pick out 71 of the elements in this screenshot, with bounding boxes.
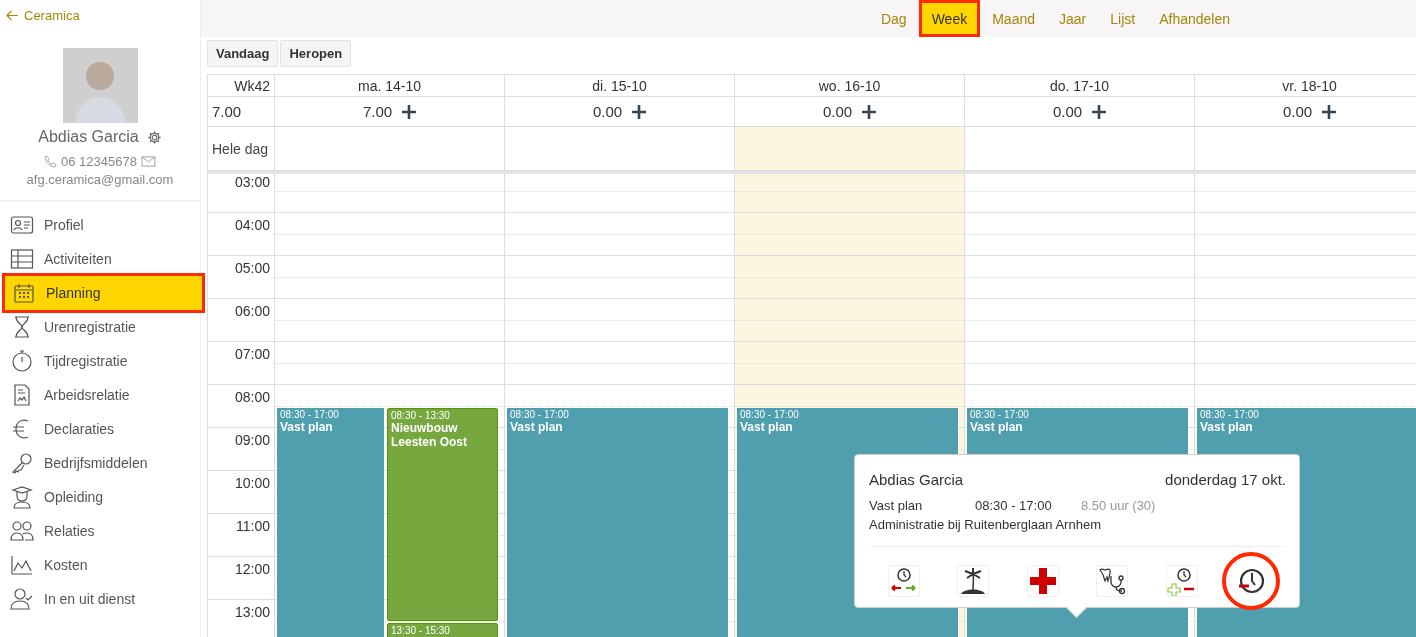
day-total: 0.00 bbox=[1052, 103, 1083, 120]
id-card-icon bbox=[10, 213, 34, 237]
sidebar-item[interactable]: Relaties bbox=[0, 514, 200, 548]
day-total: 0.00 bbox=[592, 103, 623, 120]
popover-type: Vast plan bbox=[869, 498, 924, 513]
chart-icon bbox=[10, 553, 34, 577]
sidebar-item[interactable]: Kosten bbox=[0, 548, 200, 582]
sidebar-item[interactable]: Tijdregistratie bbox=[0, 344, 200, 378]
popover-hours: 8.50 uur (30) bbox=[1081, 498, 1156, 513]
sidebar-item[interactable]: Activiteiten bbox=[0, 242, 200, 276]
people-icon bbox=[10, 519, 34, 543]
sidebar-item[interactable]: In en uit dienst bbox=[0, 582, 200, 616]
calendar-icon bbox=[12, 281, 36, 305]
hour-label: 13:00 bbox=[234, 604, 270, 620]
all-day-cell[interactable] bbox=[275, 127, 505, 171]
sidebar-item[interactable]: Profiel bbox=[0, 208, 200, 242]
sidebar-item[interactable]: Bedrijfsmiddelen bbox=[0, 446, 200, 480]
medical-cross-icon[interactable] bbox=[1026, 565, 1059, 597]
back-link[interactable]: Ceramica bbox=[0, 0, 200, 24]
stopwatch-icon bbox=[10, 349, 34, 373]
sidebar-item[interactable]: Planning bbox=[2, 273, 205, 313]
palm-island-icon[interactable] bbox=[957, 565, 990, 597]
add-icon[interactable] bbox=[1322, 104, 1337, 119]
popover-time: 08:30 - 17:00 bbox=[975, 498, 1053, 513]
table-icon bbox=[10, 247, 34, 271]
add-icon[interactable] bbox=[402, 104, 417, 119]
user-name: Abdias Garcia bbox=[38, 128, 139, 146]
add-icon[interactable] bbox=[632, 104, 647, 119]
add-icon[interactable] bbox=[1092, 104, 1107, 119]
settings-icon[interactable] bbox=[146, 129, 162, 145]
view-tab[interactable]: Week bbox=[918, 0, 981, 37]
day-total: 0.00 bbox=[822, 103, 853, 120]
hour-label: 04:00 bbox=[234, 217, 270, 233]
week-total: 7.00 bbox=[208, 97, 275, 127]
day-header: vr. 18-10 bbox=[1195, 75, 1416, 97]
all-day-label: Hele dag bbox=[208, 127, 275, 171]
sidebar-item[interactable]: Opleiding bbox=[0, 480, 200, 514]
all-day-cell[interactable] bbox=[735, 127, 965, 171]
email-address: afg.ceramica@gmail.com bbox=[26, 172, 174, 187]
clock-minus-icon[interactable] bbox=[1222, 552, 1281, 610]
toolbar-button[interactable]: Vandaag bbox=[207, 40, 279, 67]
week-number: Wk42 bbox=[208, 75, 275, 97]
hour-label: 07:00 bbox=[234, 346, 270, 362]
hour-label: 08:00 bbox=[234, 389, 270, 405]
day-header: di. 15-10 bbox=[505, 75, 735, 97]
back-arrow-icon bbox=[6, 9, 19, 21]
graduate-icon bbox=[10, 485, 34, 509]
hour-label: 03:00 bbox=[234, 174, 270, 190]
tooth-stethoscope-icon[interactable] bbox=[1096, 565, 1129, 597]
hour-label: 09:00 bbox=[234, 432, 270, 448]
toolbar-button[interactable]: Heropen bbox=[280, 40, 352, 67]
sidebar-item[interactable]: Arbeidsrelatie bbox=[0, 378, 200, 412]
add-icon[interactable] bbox=[862, 104, 877, 119]
clock-plus-minus-icon[interactable] bbox=[1165, 565, 1198, 597]
day-total: 7.00 bbox=[362, 103, 393, 120]
key-icon bbox=[10, 451, 34, 475]
day-header: ma. 14-10 bbox=[275, 75, 505, 97]
all-day-cell[interactable] bbox=[965, 127, 1195, 171]
hour-label: 12:00 bbox=[234, 561, 270, 577]
sidebar-item[interactable]: Declaraties bbox=[0, 412, 200, 446]
hour-label: 06:00 bbox=[234, 303, 270, 319]
hour-label: 11:00 bbox=[236, 518, 270, 534]
day-header: do. 17-10 bbox=[965, 75, 1195, 97]
clock-arrows-icon[interactable] bbox=[887, 565, 920, 597]
hour-label: 05:00 bbox=[234, 260, 270, 276]
day-total: 0.00 bbox=[1282, 103, 1313, 120]
user-check-icon bbox=[10, 587, 34, 611]
hour-label: 10:00 bbox=[234, 475, 270, 491]
phone-number: 06 12345678 bbox=[61, 154, 137, 169]
day-header: wo. 16-10 bbox=[735, 75, 965, 97]
sidebar-item[interactable]: Urenregistratie bbox=[0, 310, 200, 344]
